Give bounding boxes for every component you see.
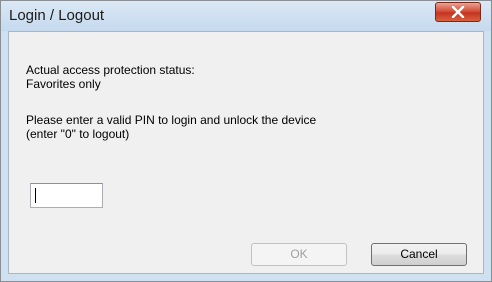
ok-button[interactable]: OK (251, 243, 347, 266)
cancel-button[interactable]: Cancel (371, 243, 467, 266)
close-button[interactable] (435, 2, 481, 22)
instruction-line-1: Please enter a valid PIN to login and un… (26, 113, 317, 127)
window-title: Login / Logout (9, 7, 105, 24)
status-value: Favorites only (26, 77, 101, 91)
instruction-line-2: (enter "0" to logout) (26, 127, 130, 141)
close-icon (451, 6, 465, 18)
text-caret (35, 188, 36, 203)
status-heading: Actual access protection status: (26, 63, 195, 77)
pin-input[interactable] (30, 183, 103, 208)
login-logout-dialog: Login / Logout Actual access protection … (0, 0, 492, 282)
dialog-body: Actual access protection status: Favorit… (8, 31, 484, 274)
title-bar[interactable]: Login / Logout (1, 1, 491, 31)
